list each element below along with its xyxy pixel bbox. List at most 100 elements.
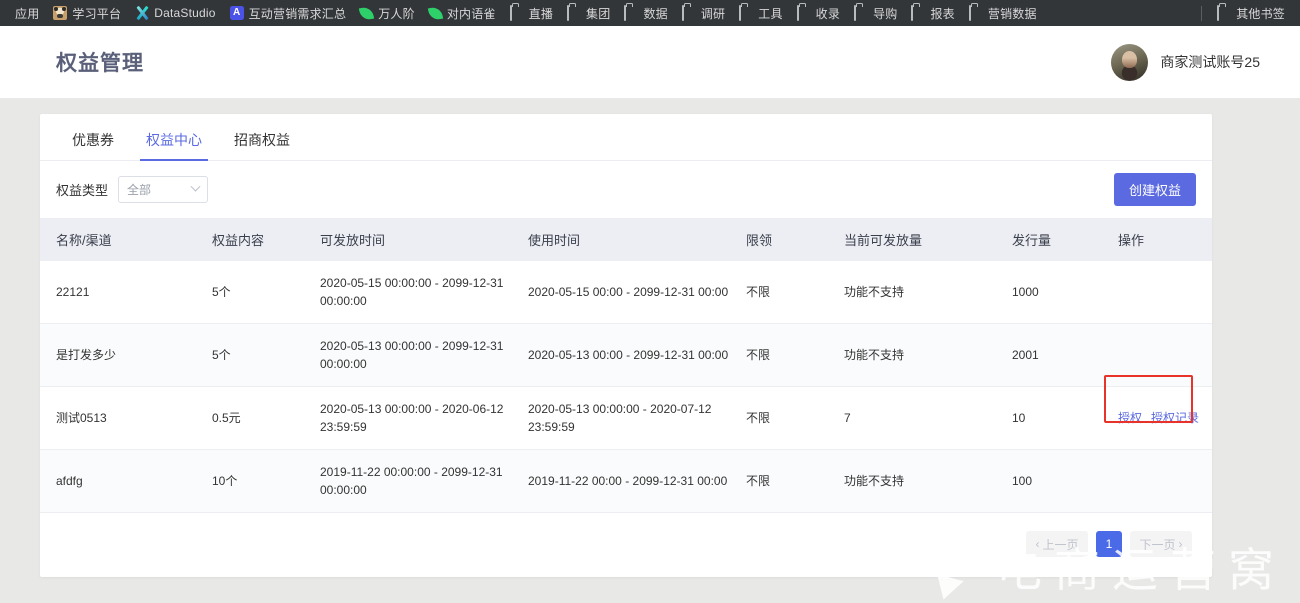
- cell-use-time: 2020-05-15 00:00 - 2099-12-31 00:00: [520, 261, 738, 324]
- bookmark-label: 应用: [15, 6, 40, 21]
- cell-limit: 不限: [738, 323, 836, 387]
- pagination: ‹ 上一页 1 下一页 ›: [40, 513, 1212, 577]
- cell-available: 功能不支持: [836, 323, 1004, 387]
- cell-limit: 不限: [738, 386, 836, 450]
- table-header-row: 名称/渠道 权益内容 可发放时间 使用时间 限领 当前可发放量 发行量 操作: [40, 218, 1212, 261]
- table-row[interactable]: afdfg 10个 2019-11-22 00:00:00 - 2099-12-…: [40, 449, 1212, 513]
- user-name: 商家测试账号25: [1160, 54, 1260, 70]
- bookmark-item-1[interactable]: 学习平台: [46, 2, 128, 25]
- bookmark-item-8[interactable]: 数据: [617, 2, 674, 25]
- cell-content: 5个: [204, 261, 312, 324]
- page-header: 权益管理 商家测试账号25: [0, 26, 1300, 98]
- leaf-icon: [358, 5, 375, 21]
- chevron-left-icon: ‹: [1035, 537, 1040, 551]
- cell-total: 10: [1004, 386, 1110, 450]
- x-logo-icon: [135, 6, 149, 20]
- folder-icon: [739, 5, 742, 21]
- bookmark-item-7[interactable]: 集团: [560, 2, 617, 25]
- cell-content: 0.5元: [204, 386, 312, 450]
- bookmark-item-10[interactable]: 工具: [732, 2, 789, 25]
- column-header-4: 限领: [738, 218, 836, 261]
- bookmark-label: 集团: [586, 6, 611, 21]
- table-row[interactable]: 22121 5个 2020-05-15 00:00:00 - 2099-12-3…: [40, 261, 1212, 324]
- cell-available: 7: [836, 386, 1004, 450]
- cell-issue-time: 2020-05-15 00:00:00 - 2099-12-31 00:00:0…: [312, 261, 520, 324]
- column-header-0: 名称/渠道: [40, 218, 204, 261]
- tab-bar: 优惠券 权益中心 招商权益: [40, 114, 1212, 161]
- folder-icon: [1217, 5, 1220, 21]
- bookmark-label: 学习平台: [72, 6, 122, 21]
- column-header-5: 当前可发放量: [836, 218, 1004, 261]
- bookmark-item-11[interactable]: 收录: [790, 2, 847, 25]
- page-title: 权益管理: [56, 52, 144, 75]
- table-row[interactable]: 测试0513 0.5元 2020-05-13 00:00:00 - 2020-0…: [40, 375, 1212, 450]
- table-row[interactable]: 是打发多少 5个 2020-05-13 00:00:00 - 2099-12-3…: [40, 323, 1212, 387]
- cell-content: 10个: [204, 449, 312, 513]
- bookmark-item-12[interactable]: 导购: [847, 2, 904, 25]
- create-benefit-button[interactable]: 创建权益: [1113, 173, 1196, 206]
- pagination-page-1[interactable]: 1: [1096, 531, 1122, 557]
- bookmark-item-5[interactable]: 对内语雀: [422, 2, 503, 25]
- cell-operations: [1110, 323, 1212, 387]
- benefits-table: 名称/渠道 权益内容 可发放时间 使用时间 限领 当前可发放量 发行量 操作 22121 5个…: [40, 218, 1212, 513]
- bookmark-item-2[interactable]: DataStudio: [128, 3, 222, 23]
- pagination-next-button[interactable]: 下一页 ›: [1130, 531, 1192, 557]
- bookmark-item-9[interactable]: 调研: [675, 2, 732, 25]
- benefit-type-select[interactable]: 全部: [118, 176, 209, 203]
- tab-1[interactable]: 权益中心: [130, 133, 218, 161]
- pagination-prev-button[interactable]: ‹ 上一页: [1026, 531, 1088, 557]
- page-body: 优惠券 权益中心 招商权益 权益类型 全部 创建权益 名称/渠道 权益内容 可发放时间使…: [0, 98, 1300, 603]
- cell-name: 是打发多少: [40, 323, 204, 387]
- bookmark-other-bookmarks[interactable]: 其他书签: [1210, 2, 1292, 25]
- folder-icon: [796, 5, 799, 21]
- bookmark-label: 直播: [528, 6, 554, 21]
- cell-limit: 不限: [738, 449, 836, 513]
- pagination-prev-label: 上一页: [1042, 537, 1079, 552]
- cell-issue-time: 2020-05-13 00:00:00 - 2099-12-31 00:00:0…: [312, 323, 520, 387]
- cell-operations: [1110, 449, 1212, 513]
- bookmark-label: 调研: [700, 6, 726, 21]
- folder-icon: [968, 5, 971, 21]
- cell-name: 22121: [40, 261, 204, 324]
- bookmark-label: DataStudio: [154, 6, 216, 20]
- cell-total: 1000: [1004, 261, 1110, 324]
- bookmark-divider: [1201, 5, 1203, 21]
- bookmark-label: 数据: [643, 6, 668, 21]
- bookmark-item-4[interactable]: 万人阶: [353, 2, 422, 25]
- bookmark-label: 报表: [930, 6, 955, 21]
- cell-available: 功能不支持: [836, 261, 1004, 324]
- cell-total: 100: [1004, 449, 1110, 513]
- chevron-down-icon: [190, 181, 201, 192]
- folder-icon: [509, 5, 512, 21]
- cell-name: afdfg: [40, 449, 204, 513]
- cell-name: 测试0513: [40, 386, 204, 450]
- cell-operations: 授权 授权记录: [1104, 375, 1212, 450]
- cell-use-time: 2020-05-13 00:00:00 - 2020-07-12 23:59:5…: [520, 386, 738, 450]
- content-card: 优惠券 权益中心 招商权益 权益类型 全部 创建权益 名称/渠道 权益内容 可发放时间使…: [40, 114, 1212, 577]
- cell-available: 功能不支持: [836, 449, 1004, 513]
- bookmark-item-13[interactable]: 报表: [904, 2, 961, 25]
- bookmark-item-0[interactable]: 应用: [8, 2, 46, 25]
- tab-0[interactable]: 优惠券: [56, 133, 130, 160]
- browser-bookmark-bar: 应用 学习平台 DataStudio A 互动营销需求汇总 万人阶 对内语雀 直播 集团 数据 调研…: [0, 0, 1300, 26]
- bookmark-label: 其他书签: [1236, 6, 1285, 21]
- column-header-1: 权益内容: [204, 218, 312, 261]
- bookmark-label: 营销数据: [987, 6, 1037, 21]
- cell-issue-time: 2019-11-22 00:00:00 - 2099-12-31 00:00:0…: [312, 449, 520, 513]
- cell-use-time: 2020-05-13 00:00 - 2099-12-31 00:00: [520, 323, 738, 387]
- tab-2[interactable]: 招商权益: [218, 133, 306, 160]
- bookmark-item-3[interactable]: A 互动营销需求汇总: [223, 2, 354, 25]
- folder-icon: [854, 5, 857, 21]
- bookmark-label: 万人阶: [378, 6, 415, 21]
- cell-limit: 不限: [738, 261, 836, 324]
- bookmark-label: 互动营销需求汇总: [248, 6, 347, 21]
- benefit-type-label: 权益类型: [56, 183, 109, 198]
- user-profile[interactable]: 商家测试账号25: [1111, 43, 1260, 81]
- row-2-op-1[interactable]: 授权记录: [1151, 409, 1199, 427]
- bookmark-item-14[interactable]: 营销数据: [962, 2, 1044, 25]
- column-header-7: 操作: [1110, 218, 1212, 261]
- row-2-op-0[interactable]: 授权: [1118, 409, 1142, 427]
- bookmark-item-6[interactable]: 直播: [503, 2, 560, 25]
- column-header-2: 可发放时间: [312, 218, 520, 261]
- chevron-right-icon: ›: [1178, 537, 1183, 551]
